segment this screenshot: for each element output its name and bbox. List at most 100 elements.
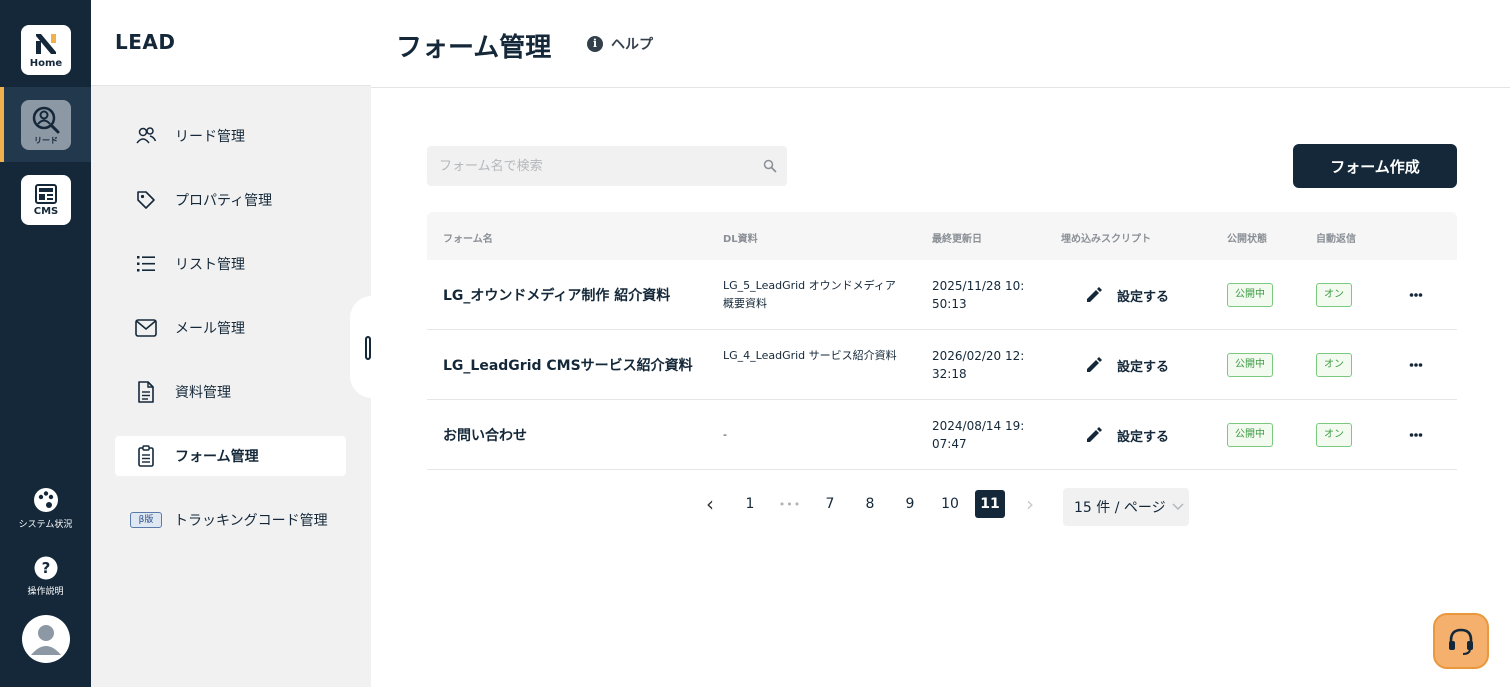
app-rail: Home リード CMS システム状況 ? 操作説明 <box>0 0 91 687</box>
embed-script-button[interactable]: 設定する <box>1085 260 1169 330</box>
home-label: Home <box>29 58 63 69</box>
help-circle-icon: ? <box>34 556 57 580</box>
dl-document: - <box>723 428 727 441</box>
embed-script-button[interactable]: 設定する <box>1085 330 1169 400</box>
home-button[interactable]: Home <box>21 25 71 75</box>
column-header-updated[interactable]: 最終更新日 <box>932 230 982 245</box>
pagination-page[interactable]: 8 <box>856 490 884 518</box>
form-icon <box>135 445 157 467</box>
logo-icon <box>36 34 56 54</box>
embed-script-button[interactable]: 設定する <box>1085 400 1169 470</box>
palette-icon <box>33 488 58 512</box>
table-header: フォーム名 DL資料 最終更新日 埋め込みスクリプト 公開状態 自動返信 <box>427 212 1457 260</box>
pencil-icon <box>1087 357 1102 372</box>
avatar[interactable] <box>22 615 70 663</box>
sidebar-header: LEAD <box>91 0 371 86</box>
mail-icon <box>135 317 157 339</box>
user-icon <box>31 625 61 655</box>
pagination-page[interactable]: 1 <box>736 490 764 518</box>
table-row[interactable]: お問い合わせ - 2024/08/14 19:07:47 設定する 公開中 オン <box>427 400 1457 470</box>
sidebar-collapse-handle[interactable] <box>365 336 371 360</box>
sidebar-item-list[interactable]: リスト管理 <box>115 244 346 284</box>
page-size-value: 15 件 / ページ <box>1074 500 1166 516</box>
support-chat-button[interactable] <box>1433 613 1489 669</box>
sidebar-item-label: リスト管理 <box>175 257 245 273</box>
help-link[interactable]: i ヘルプ <box>587 34 653 54</box>
form-name[interactable]: LG_LeadGrid CMSサービス紹介資料 <box>443 330 693 400</box>
search-input[interactable] <box>427 146 787 186</box>
sidebar-item-label: フォーム管理 <box>175 449 259 465</box>
auto-reply-badge: オン <box>1316 353 1352 377</box>
layout-icon <box>35 184 57 204</box>
more-icon[interactable] <box>1409 426 1423 448</box>
beta-badge: β版 <box>130 512 162 528</box>
sidebar-item-label: リード管理 <box>175 129 245 145</box>
sidebar-item-label: 資料管理 <box>175 385 231 401</box>
users-icon <box>135 125 157 147</box>
pagination-page[interactable]: 9 <box>896 490 924 518</box>
status-badge: 公開中 <box>1227 423 1273 447</box>
embed-script-label: 設定する <box>1117 429 1170 445</box>
guide-button[interactable]: ? 操作説明 <box>0 556 91 597</box>
sidebar-item-mail[interactable]: メール管理 <box>115 308 346 348</box>
column-header-auto-reply[interactable]: 自動返信 <box>1316 230 1356 245</box>
page-size-select[interactable]: 15 件 / ページ <box>1063 488 1189 526</box>
search-icon[interactable] <box>763 158 777 177</box>
updated-date: 2025/11/28 10:50:13 <box>932 279 1025 311</box>
search-box <box>427 146 787 186</box>
help-label: ヘルプ <box>611 37 653 53</box>
pagination-page[interactable]: 10 <box>936 490 964 518</box>
form-name[interactable]: お問い合わせ <box>443 400 527 470</box>
brand-title: LEAD <box>115 30 176 54</box>
column-header-dl[interactable]: DL資料 <box>723 230 758 245</box>
lead-label: リード <box>34 135 58 145</box>
form-name[interactable]: LG_オウンドメディア制作 紹介資料 <box>443 260 670 330</box>
table-row[interactable]: LG_LeadGrid CMSサービス紹介資料 LG_4_LeadGrid サー… <box>427 330 1457 400</box>
status-badge: 公開中 <box>1227 283 1273 307</box>
pagination-ellipsis[interactable]: ••• <box>776 490 804 518</box>
pagination-page[interactable]: 7 <box>816 490 844 518</box>
lead-app-button[interactable]: リード <box>21 100 71 150</box>
sidebar: LEAD リード管理 プロパティ管理 リスト管理 メール管理 資料管理 フォーム… <box>91 0 371 687</box>
auto-reply-badge: オン <box>1316 283 1352 307</box>
sidebar-item-document[interactable]: 資料管理 <box>115 372 346 412</box>
create-form-button[interactable]: フォーム作成 <box>1293 144 1457 188</box>
guide-label: 操作説明 <box>27 587 64 597</box>
sidebar-item-label: メール管理 <box>175 321 245 337</box>
page-header: フォーム管理 i ヘルプ <box>371 0 1510 88</box>
cms-label: CMS <box>33 206 59 217</box>
headset-icon <box>1449 628 1473 655</box>
dl-document: LG_5_LeadGrid オウンドメディア概要資料 <box>723 279 896 310</box>
page-title: フォーム管理 <box>396 33 552 63</box>
pagination-prev[interactable]: ‹ <box>700 490 720 518</box>
chevron-down-icon <box>1172 503 1184 510</box>
sidebar-item-lead[interactable]: リード管理 <box>115 116 346 156</box>
more-icon[interactable] <box>1409 286 1423 308</box>
pagination-page-current[interactable]: 11 <box>975 490 1005 518</box>
sidebar-item-property[interactable]: プロパティ管理 <box>115 180 346 220</box>
document-icon <box>135 381 157 403</box>
pencil-icon <box>1087 427 1102 442</box>
column-header-name[interactable]: フォーム名 <box>443 230 493 245</box>
sidebar-item-tracking[interactable]: β版 トラッキングコード管理 <box>115 500 346 540</box>
more-icon[interactable] <box>1409 356 1423 378</box>
embed-script-label: 設定する <box>1117 359 1170 375</box>
column-header-script[interactable]: 埋め込みスクリプト <box>1061 230 1151 245</box>
sidebar-item-label: プロパティ管理 <box>175 193 273 209</box>
system-status-label: システム状況 <box>18 520 73 530</box>
svg-text:?: ? <box>41 559 50 577</box>
tag-icon <box>135 189 157 211</box>
sidebar-item-form[interactable]: フォーム管理 <box>115 436 346 476</box>
cms-app-button[interactable]: CMS <box>21 175 71 225</box>
pagination-next[interactable]: › <box>1020 490 1040 518</box>
lead-search-icon <box>32 106 60 133</box>
pencil-icon <box>1087 287 1102 302</box>
sidebar-item-label: トラッキングコード管理 <box>174 513 328 529</box>
updated-date: 2026/02/20 12:32:18 <box>932 349 1025 381</box>
table-row[interactable]: LG_オウンドメディア制作 紹介資料 LG_5_LeadGrid オウンドメディ… <box>427 260 1457 330</box>
list-icon <box>135 253 157 275</box>
column-header-status[interactable]: 公開状態 <box>1227 230 1267 245</box>
updated-date: 2024/08/14 19:07:47 <box>932 419 1025 451</box>
system-status-button[interactable]: システム状況 <box>0 487 91 530</box>
status-badge: 公開中 <box>1227 353 1273 377</box>
